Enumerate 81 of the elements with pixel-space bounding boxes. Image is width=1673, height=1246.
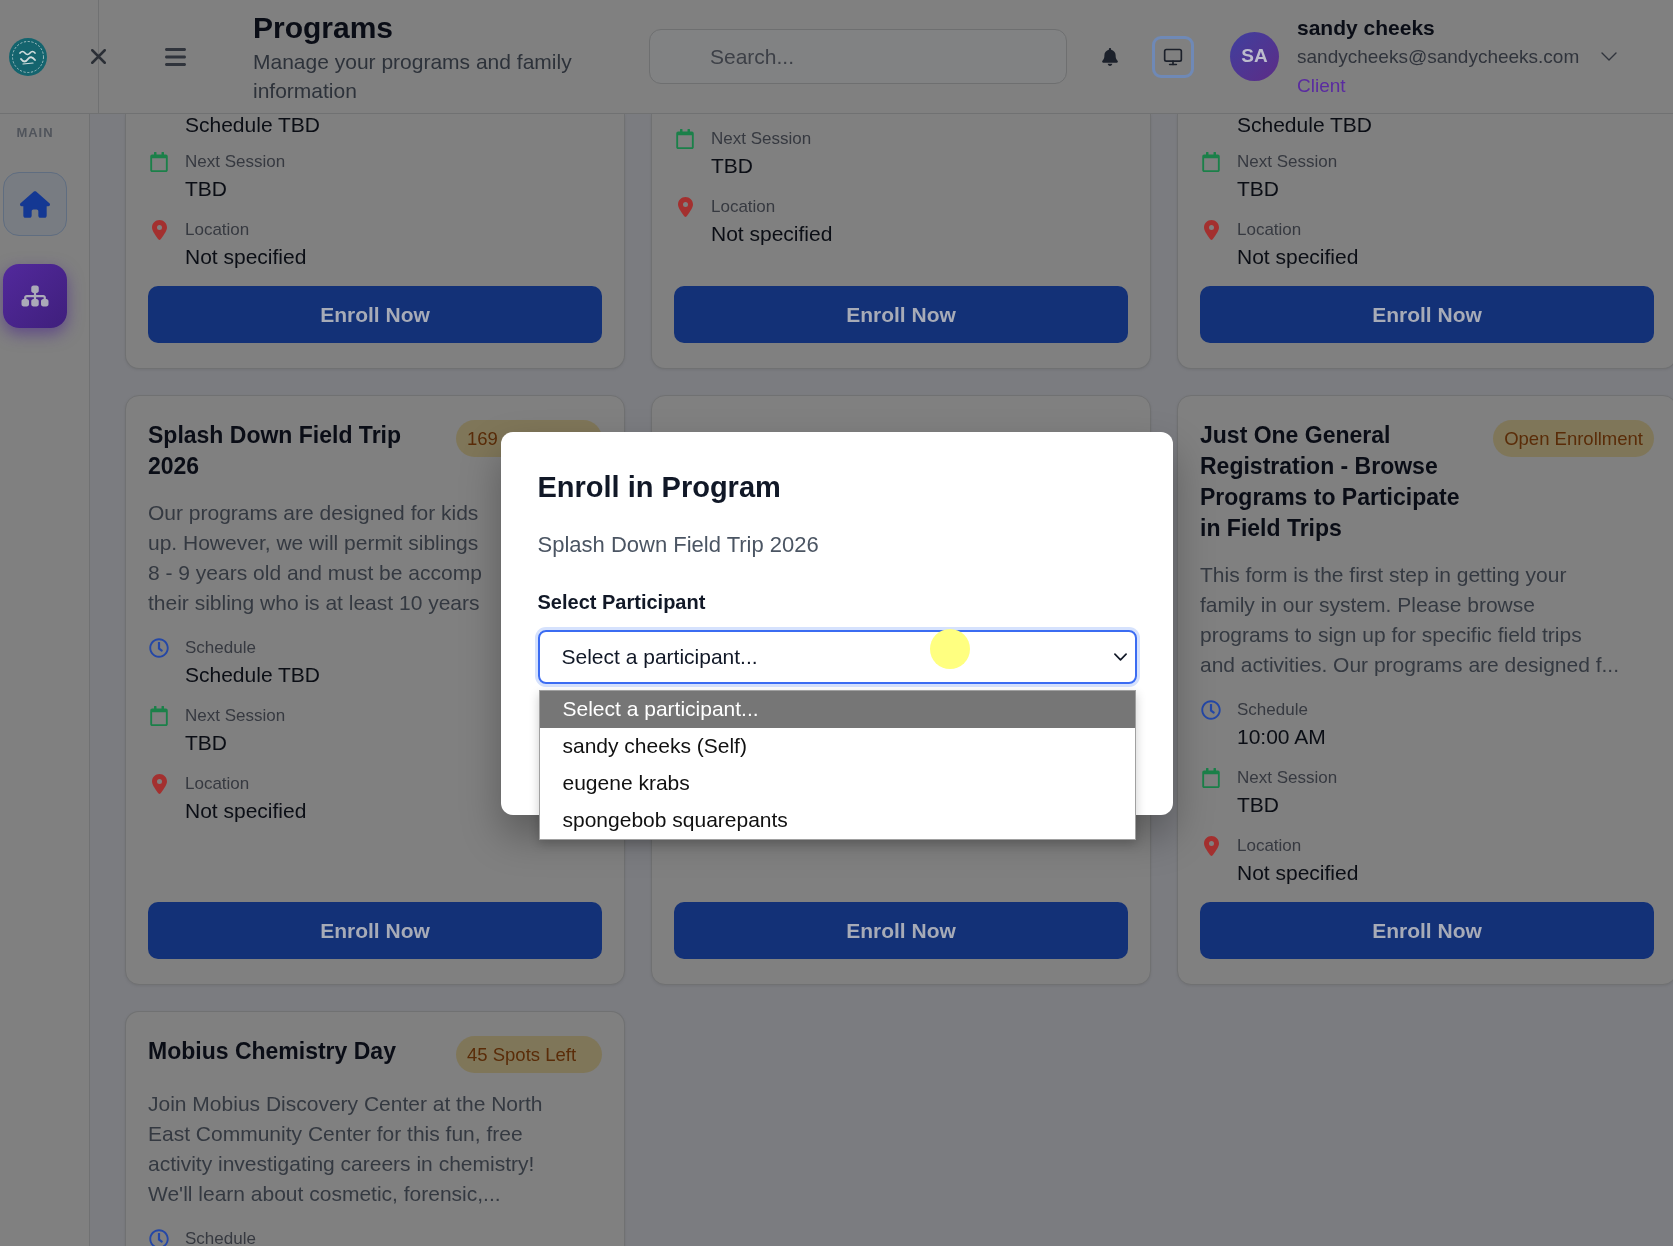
detail-value: TBD bbox=[185, 176, 227, 202]
detail-value: Schedule TBD bbox=[185, 114, 321, 136]
detail-value: Schedule TBD bbox=[185, 662, 321, 688]
enroll-button[interactable]: Enroll Now bbox=[148, 902, 602, 959]
participant-option[interactable]: spongebob squarepants bbox=[539, 801, 1135, 839]
user-role: Client bbox=[1297, 73, 1346, 98]
calendar-icon bbox=[1202, 768, 1220, 788]
calendar-icon bbox=[1202, 152, 1220, 172]
calendar-icon bbox=[150, 706, 168, 726]
participant-option[interactable]: sandy cheeks (Self) bbox=[539, 727, 1135, 765]
detail-label: Schedule bbox=[1237, 699, 1308, 721]
detail-label: Location bbox=[185, 773, 250, 795]
detail-value: Not specified bbox=[1237, 244, 1359, 270]
detail-label: Location bbox=[185, 219, 250, 241]
status-badge: Open Enrollment bbox=[1493, 420, 1654, 457]
user-email: sandycheeks@sandycheeks.com bbox=[1297, 44, 1580, 69]
logo-icon[interactable] bbox=[9, 37, 47, 76]
detail-value: Not specified bbox=[185, 798, 307, 824]
map-pin-icon bbox=[1203, 220, 1219, 240]
chevron-down-icon bbox=[1113, 652, 1127, 661]
clock-icon bbox=[149, 638, 169, 658]
enroll-button[interactable]: Enroll Now bbox=[148, 286, 602, 343]
user-name: sandy cheeks bbox=[1297, 14, 1435, 41]
search-field[interactable]: Search... bbox=[649, 29, 1067, 84]
monitor-icon bbox=[1163, 46, 1183, 67]
detail-value: TBD bbox=[711, 153, 753, 179]
calendar-icon bbox=[150, 152, 168, 172]
enroll-button[interactable]: Enroll Now bbox=[1200, 286, 1654, 343]
program-description: This form is the first step in getting your family in our system. Please browse programs to sign up for specific field trips and activities. Our programs are designed f... bbox=[1200, 562, 1620, 678]
program-title: Splash Down Field Trip 2026 bbox=[148, 421, 403, 481]
programs-nav-button[interactable] bbox=[3, 264, 67, 328]
map-pin-icon bbox=[151, 220, 167, 240]
clock-icon bbox=[1201, 700, 1221, 720]
house-icon bbox=[20, 190, 50, 218]
map-pin-icon bbox=[151, 774, 167, 794]
detail-value: TBD bbox=[1237, 176, 1279, 202]
page-title: Programs bbox=[253, 9, 394, 46]
chevron-down-icon[interactable] bbox=[1601, 52, 1618, 61]
display-button[interactable] bbox=[1152, 35, 1194, 78]
participant-option[interactable]: Select a participant... bbox=[539, 690, 1135, 728]
page-subtitle: Manage your programs and family information bbox=[253, 48, 573, 104]
detail-value: Not specified bbox=[1237, 860, 1359, 886]
enroll-button[interactable]: Enroll Now bbox=[674, 902, 1128, 959]
calendar-icon bbox=[676, 129, 694, 149]
detail-value: TBD bbox=[185, 730, 227, 756]
home-nav-button[interactable] bbox=[3, 172, 67, 236]
detail-label: Next Session bbox=[1237, 767, 1338, 789]
clock-icon bbox=[149, 1229, 169, 1246]
dialog-title: Enroll in Program bbox=[537, 469, 781, 505]
detail-value: 10:00 AM bbox=[1237, 724, 1326, 750]
highlight-dot-icon bbox=[929, 628, 970, 669]
detail-label: Schedule bbox=[185, 637, 256, 659]
detail-value: Not specified bbox=[185, 244, 307, 270]
detail-label: Next Session bbox=[185, 705, 286, 727]
participant-option[interactable]: eugene krabs bbox=[539, 764, 1135, 802]
program-description: Our programs are designed for kids up. However, we will permit siblings 8 - 9 years old and must be accomp their sibling who is at least 10 years bbox=[148, 500, 482, 616]
detail-label: Next Session bbox=[711, 128, 812, 150]
dialog-subtitle: Splash Down Field Trip 2026 bbox=[537, 530, 819, 559]
detail-label: Next Session bbox=[1237, 151, 1338, 173]
field-label: Select Participant bbox=[537, 589, 706, 615]
program-title: Mobius Chemistry Day bbox=[148, 1037, 397, 1066]
program-description: Join Mobius Discovery Center at the North East Community Center for this fun, free activity investigating careers in chemistry! We'll learn about cosmetic, forensic,... bbox=[148, 1091, 543, 1207]
close-icon[interactable] bbox=[91, 49, 106, 64]
detail-label: Next Session bbox=[185, 151, 286, 173]
bell-icon[interactable] bbox=[1102, 47, 1118, 66]
enroll-button[interactable]: Enroll Now bbox=[674, 286, 1128, 343]
status-badge: 45 Spots Left bbox=[456, 1036, 602, 1073]
detail-value: Not specified bbox=[711, 221, 833, 247]
program-title: Just One General Registration - Browse Programs to Participate in Field Trips bbox=[1200, 421, 1461, 543]
detail-label: Location bbox=[711, 196, 776, 218]
participant-select[interactable]: Select a participant... bbox=[537, 629, 1137, 684]
detail-value: Schedule TBD bbox=[1237, 114, 1373, 136]
detail-label: Schedule bbox=[185, 1228, 256, 1246]
enroll-button[interactable]: Enroll Now bbox=[1200, 902, 1654, 959]
map-pin-icon bbox=[677, 197, 693, 217]
detail-label: Location bbox=[1237, 219, 1302, 241]
map-pin-icon bbox=[1203, 836, 1219, 856]
detail-value: TBD bbox=[1237, 792, 1279, 818]
detail-label: Location bbox=[1237, 835, 1302, 857]
user-avatar[interactable]: SA bbox=[1230, 32, 1279, 81]
sitemap-icon bbox=[20, 284, 50, 308]
